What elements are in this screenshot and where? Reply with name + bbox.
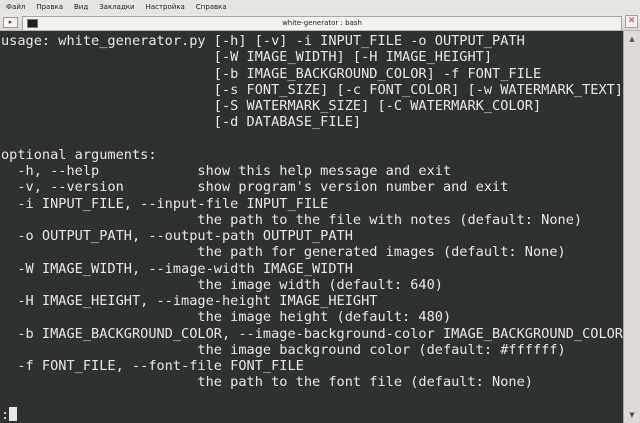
terminal-scrollbar[interactable]: ▲ ▼ — [623, 31, 640, 423]
menu-edit[interactable]: Правка — [36, 3, 63, 11]
tab-title: white-generator : bash — [282, 19, 362, 27]
menu-file[interactable]: Файл — [6, 3, 25, 11]
tab-white-generator[interactable]: white-generator : bash — [22, 16, 622, 30]
menu-bar: Файл Правка Вид Закладки Настройка Справ… — [0, 0, 640, 14]
tab-list-icon: ▸ — [8, 18, 13, 26]
terminal-line: the path to the file with notes (default… — [1, 211, 583, 228]
terminal-line: usage: white_generator.py [-h] [-v] -i I… — [1, 33, 525, 49]
terminal-line: -v, --version show program's version num… — [1, 179, 509, 196]
text-cursor — [9, 406, 18, 421]
terminal-line: [-b IMAGE_BACKGROUND_COLOR] -f FONT_FILE — [1, 65, 542, 82]
menu-help[interactable]: Справка — [196, 3, 227, 11]
terminal-line: [-s FONT_SIZE] [-c FONT_COLOR] [-w WATER… — [1, 81, 623, 98]
terminal-lines: usage: white_generator.py [-h] [-v] -i I… — [0, 31, 623, 407]
terminal-line: -i INPUT_FILE, --input-file INPUT_FILE — [1, 195, 329, 212]
terminal-line: [-d DATABASE_FILE] — [1, 114, 362, 131]
terminal-line: the path to the font file (default: None… — [1, 374, 533, 391]
close-tab-button[interactable]: ✕ — [625, 15, 638, 28]
terminal-line: the path for generated images (default: … — [1, 244, 566, 261]
terminal-line: [-S WATERMARK_SIZE] [-C WATERMARK_COLOR] — [1, 98, 542, 114]
scroll-down-icon[interactable]: ▼ — [626, 409, 638, 421]
close-icon: ✕ — [627, 16, 636, 26]
terminal-line: -W IMAGE_WIDTH, --image-width IMAGE_WIDT… — [1, 260, 353, 277]
terminal-line: -b IMAGE_BACKGROUND_COLOR, --image-backg… — [1, 325, 623, 342]
terminal-prompt-line: : — [0, 406, 623, 423]
menu-bookmarks[interactable]: Закладки — [99, 3, 134, 11]
tab-bar: ▸ white-generator : bash — [0, 14, 640, 31]
new-tab-button[interactable]: ▸ — [3, 17, 18, 28]
terminal-line: the image background color (default: #ff… — [1, 341, 566, 358]
terminal-line: -H IMAGE_HEIGHT, --image-height IMAGE_HE… — [1, 293, 378, 309]
terminal-line: the image height (default: 480) — [1, 309, 452, 326]
pager-prompt: : — [1, 406, 10, 423]
terminal-line: -o OUTPUT_PATH, --output-path OUTPUT_PAT… — [1, 228, 353, 244]
terminal-line: optional arguments: — [1, 146, 157, 163]
menu-view[interactable]: Вид — [74, 3, 88, 11]
terminal-line: -h, --help show this help message and ex… — [1, 163, 452, 179]
terminal-output[interactable]: usage: white_generator.py [-h] [-v] -i I… — [0, 31, 623, 423]
terminal-line: the image width (default: 640) — [1, 276, 443, 293]
menu-settings[interactable]: Настройка — [146, 3, 185, 11]
scroll-up-icon[interactable]: ▲ — [626, 33, 638, 45]
terminal-line: -f FONT_FILE, --font-file FONT_FILE — [1, 358, 304, 374]
terminal-line: [-W IMAGE_WIDTH] [-H IMAGE_HEIGHT] — [1, 49, 493, 66]
